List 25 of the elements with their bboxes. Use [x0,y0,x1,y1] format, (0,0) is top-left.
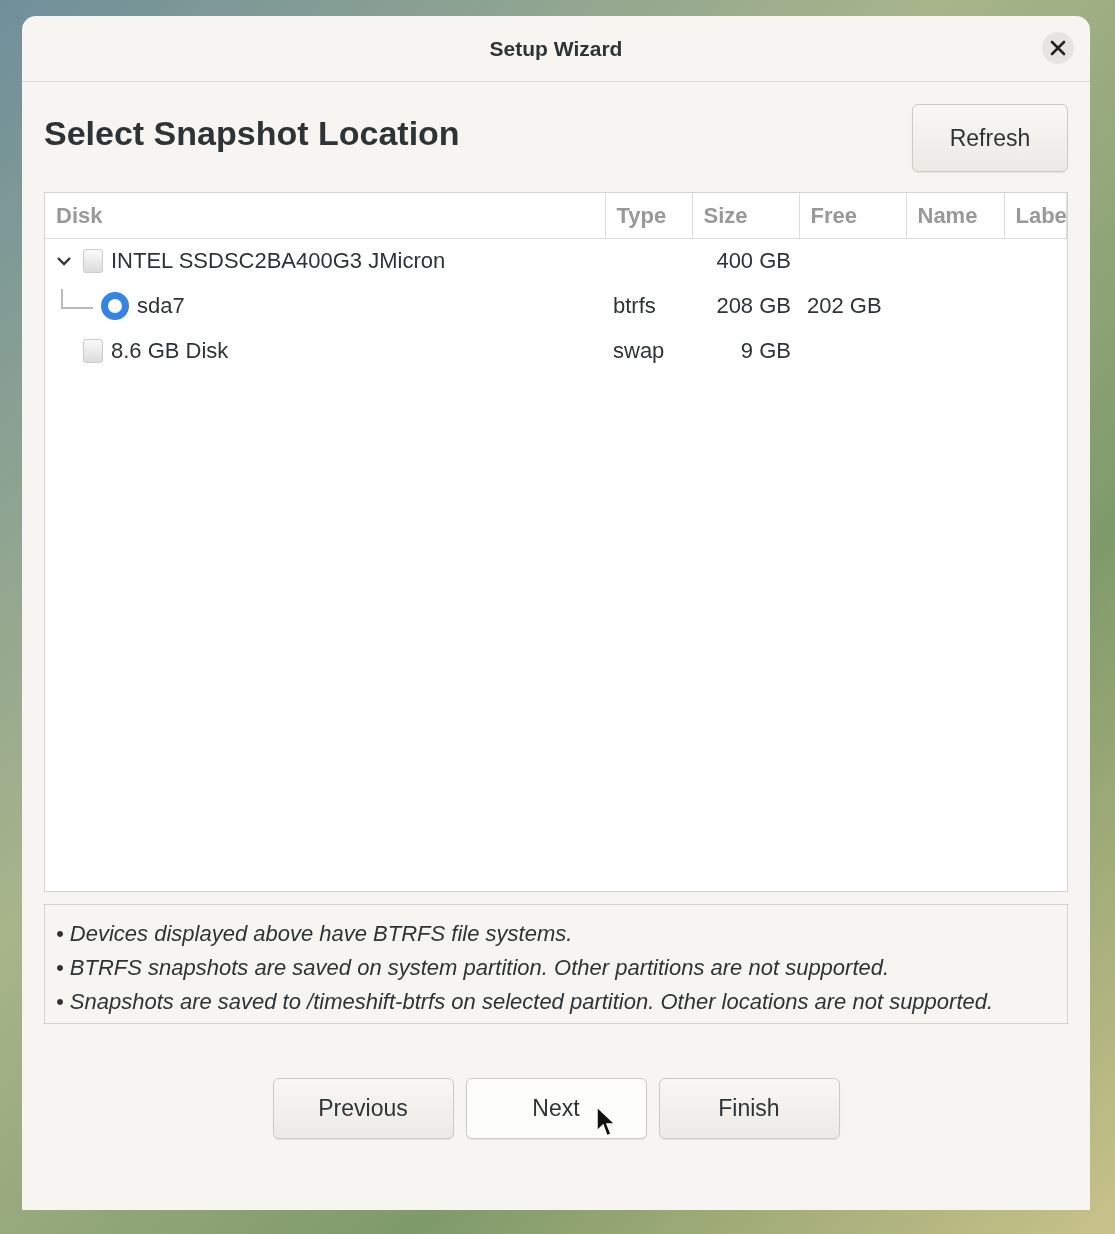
wizard-button[interactable]: Next [465,1078,647,1139]
tree-connector [61,288,93,309]
note-text: • BTRFS snapshots are saved on system partition. Other partitions are not supported. [56,954,891,982]
refresh-button[interactable]: Refresh [912,104,1068,172]
radio-button[interactable] [101,291,129,320]
free-cell: 202 GB [807,293,882,318]
page-heading: Select Snapshot Location [44,113,460,154]
disk-name: sda7 [137,292,185,320]
close-button[interactable] [1042,32,1074,64]
disk-name: 8.6 GB Disk [111,337,229,365]
type-cell: btrfs [613,293,656,318]
disk-name: INTEL SSDSC2BA400G3 JMicron [111,247,446,276]
size-cell: 400 GB [716,248,791,274]
note-text: • Snapshots are saved to /timeshift-btrfs on selected partition. Other locations are not supported. [56,988,995,1016]
wizard-button[interactable]: Finish [658,1078,840,1139]
table-row[interactable]: sda7 btrfs 208 GB 202 GB [45,283,1067,328]
table-row[interactable]: INTEL SSDSC2BA400G3 JMicron 400 GB [45,238,1067,283]
close-icon [1050,40,1066,56]
window-title: Setup Wizard [489,35,623,62]
size-cell: 208 GB [716,293,791,318]
size-cell: 9 GB [740,338,791,363]
table-row[interactable]: 8.6 GB Disk swap 9 GB [45,328,1067,373]
note-text: • Devices displayed above have BTRFS file systems. [56,920,574,948]
wizard-button[interactable]: Previous [272,1078,454,1139]
type-cell: swap [613,338,665,363]
